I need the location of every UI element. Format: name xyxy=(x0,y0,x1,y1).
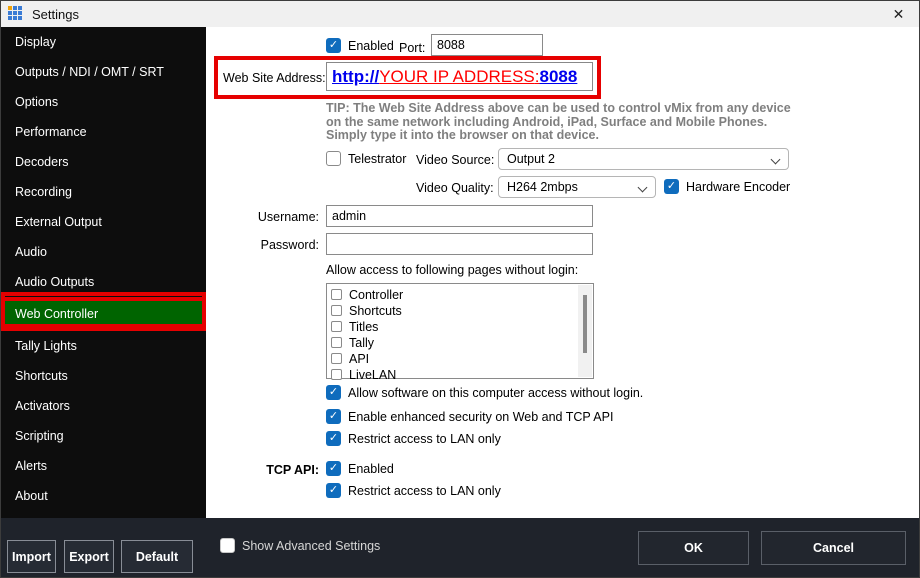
tcp-enabled-checkbox[interactable]: ✓ xyxy=(326,461,341,476)
sidebar-item-options[interactable]: Options xyxy=(1,87,206,117)
sidebar-item-audio-outputs[interactable]: Audio Outputs xyxy=(1,267,206,297)
video-quality-label: Video Quality: xyxy=(416,181,494,195)
tally-checkbox[interactable] xyxy=(331,337,342,348)
port-label: Port: xyxy=(399,41,426,55)
sidebar-item-scripting[interactable]: Scripting xyxy=(1,421,206,451)
list-item[interactable]: Titles xyxy=(331,319,593,334)
port-input[interactable] xyxy=(431,34,543,56)
restrict-lan-web-checkbox[interactable]: ✓ xyxy=(326,431,341,446)
title-bar: Settings ✕ xyxy=(1,1,919,27)
hardware-encoder-label: Hardware Encoder xyxy=(686,179,791,194)
video-source-dropdown[interactable]: Output 2 xyxy=(498,148,789,170)
video-source-label: Video Source: xyxy=(416,153,495,167)
titles-checkbox[interactable] xyxy=(331,321,342,332)
scrollbar-thumb[interactable] xyxy=(583,295,587,353)
restrict-lan-tcp-row: ✓ Restrict access to LAN only xyxy=(326,483,501,498)
sidebar-item-tally-lights[interactable]: Tally Lights xyxy=(1,331,206,361)
allow-software-row: ✓ Allow software on this computer access… xyxy=(326,385,643,400)
list-item[interactable]: Shortcuts xyxy=(331,303,593,318)
sidebar-item-external-output[interactable]: External Output xyxy=(1,207,206,237)
address-ip: YOUR IP ADDRESS xyxy=(379,66,535,86)
web-enabled-checkbox[interactable]: ✓ xyxy=(326,38,341,53)
list-item[interactable]: Tally xyxy=(331,335,593,350)
tcp-api-label: TCP API: xyxy=(266,463,319,477)
password-label: Password: xyxy=(260,238,319,252)
sidebar-item-decoders[interactable]: Decoders xyxy=(1,147,206,177)
sidebar-item-about[interactable]: About xyxy=(1,481,206,511)
tip-text: TIP: The Web Site Address above can be u… xyxy=(326,101,791,142)
export-button[interactable]: Export xyxy=(64,540,114,573)
restrict-lan-web-row: ✓ Restrict access to LAN only xyxy=(326,431,501,446)
app-grid-icon xyxy=(8,6,24,22)
show-advanced-checkbox[interactable] xyxy=(220,538,235,553)
pages-listbox[interactable]: Controller Shortcuts Titles Tally API Li… xyxy=(326,283,594,382)
enhanced-security-row: ✓ Enable enhanced security on Web and TC… xyxy=(326,409,613,424)
allow-software-checkbox[interactable]: ✓ xyxy=(326,385,341,400)
list-item[interactable]: Controller xyxy=(331,287,593,302)
address-port: 8088 xyxy=(539,66,578,86)
list-item[interactable]: LiveLAN xyxy=(331,367,593,382)
restrict-lan-tcp-checkbox[interactable]: ✓ xyxy=(326,483,341,498)
listbox-scrollbar[interactable] xyxy=(578,285,592,377)
username-label: Username: xyxy=(257,210,319,224)
allow-access-label: Allow access to following pages without … xyxy=(326,263,579,277)
settings-window: Settings ✕ Display Outputs / NDI / OMT /… xyxy=(0,0,920,578)
tcp-enabled-row: ✓ Enabled xyxy=(326,461,394,476)
video-quality-dropdown[interactable]: H264 2mbps xyxy=(498,176,656,198)
username-input[interactable] xyxy=(326,205,593,227)
api-checkbox[interactable] xyxy=(331,353,342,364)
telestrator-label: Telestrator xyxy=(348,151,407,166)
web-enabled-label: Enabled xyxy=(348,38,394,53)
show-advanced-label: Show Advanced Settings xyxy=(242,538,381,553)
password-input[interactable] xyxy=(326,233,593,255)
telestrator-checkbox[interactable] xyxy=(326,151,341,166)
website-address-link[interactable]: http://YOUR IP ADDRESS:8088 xyxy=(326,62,593,91)
ok-button[interactable]: OK xyxy=(638,531,749,565)
cancel-button[interactable]: Cancel xyxy=(761,531,906,565)
sidebar-item-web-controller[interactable]: Web Controller xyxy=(1,297,206,331)
website-address-label: Web Site Address: xyxy=(223,71,326,85)
import-button[interactable]: Import xyxy=(7,540,56,573)
sidebar-item-shortcuts[interactable]: Shortcuts xyxy=(1,361,206,391)
chevron-down-icon xyxy=(637,182,648,193)
shortcuts-checkbox[interactable] xyxy=(331,305,342,316)
sidebar-item-performance[interactable]: Performance xyxy=(1,117,206,147)
sidebar: Display Outputs / NDI / OMT / SRT Option… xyxy=(1,27,206,518)
sidebar-item-display[interactable]: Display xyxy=(1,27,206,57)
default-button[interactable]: Default xyxy=(121,540,193,573)
chevron-down-icon xyxy=(770,154,781,165)
sidebar-item-recording[interactable]: Recording xyxy=(1,177,206,207)
livelan-checkbox[interactable] xyxy=(331,369,342,380)
hardware-encoder-checkbox[interactable]: ✓ xyxy=(664,179,679,194)
hardware-encoder-row: ✓ Hardware Encoder xyxy=(664,179,790,194)
sidebar-item-audio[interactable]: Audio xyxy=(1,237,206,267)
enhanced-security-checkbox[interactable]: ✓ xyxy=(326,409,341,424)
window-title: Settings xyxy=(32,6,79,22)
sidebar-item-alerts[interactable]: Alerts xyxy=(1,451,206,481)
controller-checkbox[interactable] xyxy=(331,289,342,300)
show-advanced-row: Show Advanced Settings xyxy=(220,538,380,553)
telestrator-row: Telestrator xyxy=(326,151,406,166)
address-http: http:// xyxy=(332,66,380,86)
sidebar-item-outputs[interactable]: Outputs / NDI / OMT / SRT xyxy=(1,57,206,87)
list-item[interactable]: API xyxy=(331,351,593,366)
close-icon[interactable]: ✕ xyxy=(876,1,919,27)
web-enabled-row: ✓ Enabled xyxy=(326,38,394,53)
sidebar-item-activators[interactable]: Activators xyxy=(1,391,206,421)
